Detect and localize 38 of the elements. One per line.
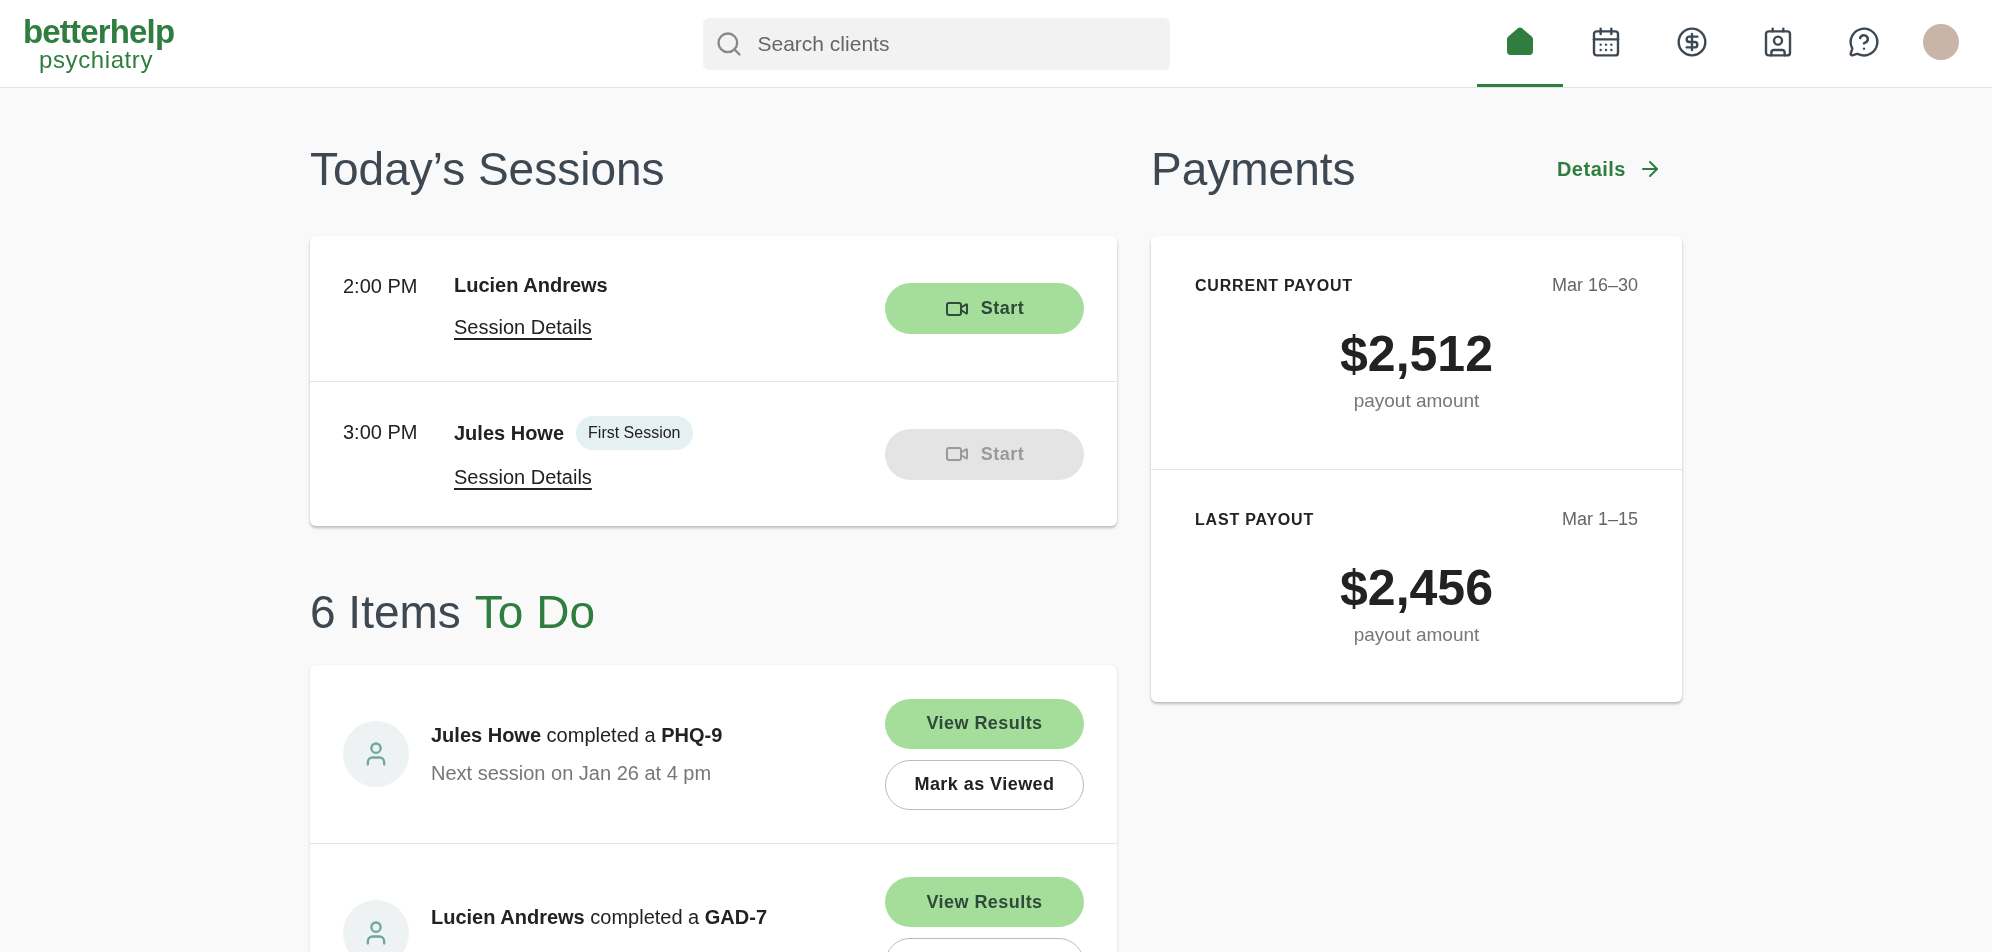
calendar-icon [1590, 26, 1622, 58]
session-details-link[interactable]: Session Details [454, 462, 592, 492]
client-name: Jules Howe [454, 421, 565, 446]
payout-amount: $2,512 [1340, 329, 1493, 379]
dollar-icon [1676, 26, 1708, 58]
payout-period: Mar 16–30 [1551, 274, 1638, 297]
todo-label: To Do [474, 585, 595, 640]
view-results-button[interactable]: View Results [885, 698, 1084, 749]
todo-count: 6 Items [310, 585, 461, 640]
session-details-link[interactable]: Session Details [454, 312, 592, 342]
payout-label: CURRENT PAYOUT [1195, 275, 1353, 296]
view-results-button[interactable]: View Results [885, 877, 1084, 927]
first-session-badge: First Session [576, 416, 693, 450]
section-title: Today’s Sessions [310, 142, 666, 197]
todo-text: Jules Howe completed a PHQ-9 [431, 723, 724, 748]
search-icon [714, 29, 743, 58]
avatar-icon [1923, 24, 1959, 60]
payout-caption: payout amount [1353, 623, 1480, 647]
logo-subtitle: psychiatry [39, 48, 154, 72]
session-time: 2:00 PM [343, 274, 419, 299]
payout-amount: $2,456 [1340, 563, 1493, 613]
logo-wordmark: betterhelp [23, 15, 176, 48]
contact-card-icon [1762, 26, 1794, 58]
payout-caption: payout amount [1353, 389, 1480, 413]
section-title: Payments [1151, 141, 1356, 197]
home-icon [1504, 26, 1536, 58]
logo[interactable]: betterhelp psychiatry [23, 15, 223, 72]
help-icon [1848, 26, 1880, 58]
start-button[interactable]: Start [885, 283, 1084, 334]
search-field[interactable]: Search clients [702, 17, 1170, 70]
next-session-text: Next session on Jan 26 at 4 pm [431, 761, 713, 786]
todo-text: Lucien Andrews completed a GAD-7 [431, 905, 769, 930]
session-time: 3:00 PM [343, 420, 419, 445]
client-name: Lucien Andrews [454, 273, 608, 298]
payout-label: LAST PAYOUT [1195, 509, 1315, 530]
payout-period: Mar 1–15 [1561, 508, 1638, 531]
details-link[interactable]: Details [1556, 154, 1662, 184]
mark-viewed-button[interactable]: Mark as Viewed [885, 759, 1084, 810]
